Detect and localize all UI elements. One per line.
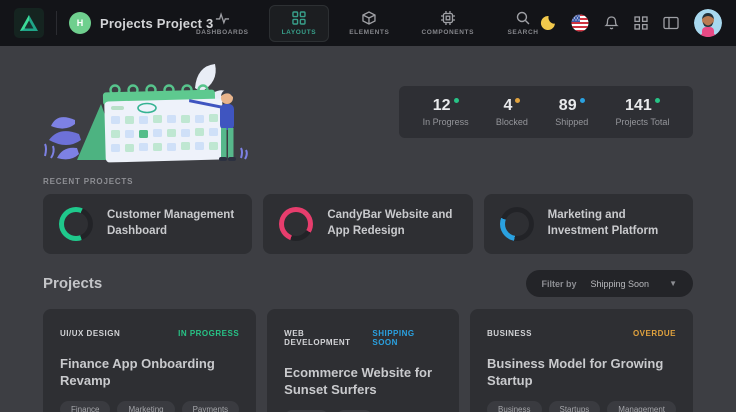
nav-item-elements[interactable]: ELEMENTS	[337, 6, 401, 41]
card-title: Finance App Onboarding Revamp	[60, 356, 215, 388]
recent-card-marketing[interactable]: Marketing and Investment Platform	[483, 194, 693, 254]
recent-card-title: Marketing and Investment Platform	[547, 209, 659, 237]
recent-card-title: CandyBar Website and App Redesign	[327, 209, 453, 237]
language-us-flag-icon[interactable]	[571, 14, 589, 32]
status-badge: IN PROGRESS	[178, 329, 240, 338]
triangle-logo-icon	[20, 15, 38, 31]
nav-item-label: LAYOUTS	[281, 28, 317, 36]
nav-item-label: ELEMENTS	[349, 28, 390, 36]
nav-item-label: DASHBOARDS	[195, 28, 249, 36]
app-screen: H Projects Project 3 DASHBOARDS LAYOUTS	[0, 0, 736, 412]
main-navigation: DASHBOARDS LAYOUTS ELEMENTS COMPONENTS S…	[184, 0, 552, 46]
progress-ring	[279, 207, 314, 241]
stat-projects-total: 141 Projects Total	[615, 96, 669, 128]
recent-projects-label: RECENT PROJECTS	[43, 177, 134, 186]
notifications-bell-icon[interactable]	[604, 15, 619, 31]
tag[interactable]: Business	[487, 400, 542, 412]
sidebar-toggle-icon[interactable]	[663, 16, 679, 30]
apps-grid-icon[interactable]	[634, 16, 648, 30]
tag[interactable]: Finance	[60, 400, 111, 412]
tag-row: Business Startups Management	[487, 400, 676, 412]
navbar-actions	[540, 9, 722, 37]
recent-projects-row: Customer Management Dashboard CandyBar W…	[43, 194, 693, 254]
stat-label: Projects Total	[615, 117, 670, 128]
projects-heading: Projects	[43, 275, 103, 292]
hero-section: 12 In Progress 4 Blocked 89 Shipped 141 …	[43, 46, 693, 173]
tag[interactable]: Management	[607, 400, 676, 412]
top-navbar: H Projects Project 3 DASHBOARDS LAYOUTS	[0, 0, 736, 46]
projects-header: Projects Filter by Shipping Soon ▼	[43, 270, 693, 297]
status-badge: SHIPPING SOON	[372, 329, 415, 347]
projects-grid: UI/UX DESIGN IN PROGRESS Finance App Onb…	[43, 309, 693, 412]
status-dot	[453, 98, 459, 103]
project-card-business-model[interactable]: BUSINESS OVERDUE Business Model for Grow…	[470, 309, 693, 412]
stat-label: Shipped	[555, 117, 589, 128]
filter-selected-value: Shipping Soon	[590, 278, 650, 289]
main-content: 12 In Progress 4 Blocked 89 Shipped 141 …	[0, 46, 736, 412]
nav-item-label: SEARCH	[507, 28, 539, 36]
recent-card-customer-management[interactable]: Customer Management Dashboard	[43, 194, 253, 254]
filter-label: Filter by	[541, 278, 577, 289]
project-card-ecommerce[interactable]: WEB DEVELOPMENT SHIPPING SOON Ecommerce …	[267, 309, 460, 412]
stat-value: 12	[432, 97, 451, 114]
nav-item-components[interactable]: COMPONENTS	[409, 6, 486, 41]
stat-value: 141	[625, 97, 652, 114]
stat-value: 4	[503, 97, 513, 114]
card-category: WEB DEVELOPMENT	[284, 329, 351, 347]
recent-card-title: Customer Management Dashboard	[107, 209, 235, 237]
user-avatar[interactable]	[694, 9, 722, 37]
activity-icon	[215, 11, 229, 25]
stat-label: Blocked	[495, 117, 528, 128]
stat-value: 89	[558, 97, 577, 114]
box-icon	[362, 10, 376, 25]
stat-label: In Progress	[422, 117, 469, 128]
card-category: BUSINESS	[487, 329, 532, 338]
status-dot	[515, 98, 521, 103]
stat-shipped: 89 Shipped	[555, 96, 588, 128]
filter-dropdown[interactable]: Filter by Shipping Soon ▼	[525, 270, 693, 297]
progress-ring	[499, 207, 534, 241]
chevron-down-icon: ▼	[669, 279, 677, 288]
search-icon	[516, 11, 530, 24]
tag[interactable]: Marketing	[117, 400, 175, 412]
calendar-illustration	[37, 60, 249, 173]
recent-card-candybar[interactable]: CandyBar Website and App Redesign	[263, 194, 473, 254]
tag[interactable]: Startups	[548, 400, 601, 412]
stats-panel: 12 In Progress 4 Blocked 89 Shipped 141 …	[399, 86, 693, 138]
status-dot	[579, 98, 585, 103]
stat-in-progress: 12 In Progress	[423, 96, 469, 128]
card-category: UI/UX DESIGN	[60, 329, 121, 338]
card-title: Ecommerce Website for Sunset Surfers	[284, 365, 433, 397]
nav-item-dashboards[interactable]: DASHBOARDS	[184, 6, 261, 41]
cpu-icon	[440, 10, 455, 25]
stat-blocked: 4 Blocked	[496, 96, 528, 128]
divider	[56, 11, 57, 35]
status-badge: OVERDUE	[632, 329, 676, 338]
card-title: Business Model for Growing Startup	[487, 356, 664, 388]
nav-item-label: COMPONENTS	[421, 28, 475, 36]
tag[interactable]: Payments	[181, 400, 240, 412]
tag-row: Finance Marketing Payments	[60, 400, 240, 412]
project-card-finance-app[interactable]: UI/UX DESIGN IN PROGRESS Finance App Onb…	[43, 309, 257, 412]
app-logo[interactable]	[14, 8, 44, 38]
nav-item-layouts[interactable]: LAYOUTS	[268, 4, 330, 42]
progress-ring	[59, 207, 93, 241]
nav-item-search[interactable]: SEARCH	[494, 6, 552, 41]
layout-grid-icon	[292, 10, 306, 25]
workspace-avatar: H	[69, 12, 91, 34]
status-dot	[654, 98, 660, 103]
